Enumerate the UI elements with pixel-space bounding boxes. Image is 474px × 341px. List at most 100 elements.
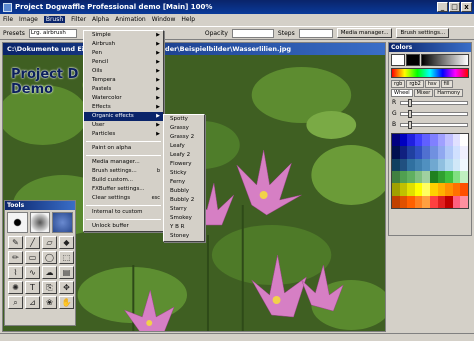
palette-swatch[interactable] [460, 195, 468, 208]
menu-item-airbrush[interactable]: Airbrush ▶ [84, 40, 163, 49]
secondary-color-swatch[interactable] [406, 54, 420, 66]
submenu-item-leafy[interactable]: Leafy [164, 142, 204, 151]
hue-gradient-bar[interactable] [391, 68, 469, 78]
palette-swatch[interactable] [392, 170, 400, 184]
slider-track[interactable] [400, 109, 468, 118]
palette-swatch[interactable] [429, 134, 438, 147]
brush-settings-button[interactable]: Brush settings... [396, 28, 450, 38]
menu-item-effects[interactable]: Effects ▶ [84, 103, 163, 112]
palette-swatch[interactable] [452, 158, 461, 171]
slider-thumb[interactable] [407, 109, 412, 118]
palette-swatch[interactable] [445, 183, 453, 196]
submenu-item-starry[interactable]: Starry [164, 205, 204, 214]
submenu-item-grassy-2[interactable]: Grassy 2 [164, 133, 204, 142]
slider-thumb[interactable] [407, 98, 412, 107]
palette-swatch[interactable] [392, 158, 400, 171]
line-tool-icon[interactable]: ╱ [25, 236, 40, 249]
clone-tool-icon[interactable]: ⎘ [42, 281, 57, 294]
palette-swatch[interactable] [422, 195, 430, 208]
palette-swatch[interactable] [407, 170, 415, 184]
slider-track[interactable] [400, 120, 468, 129]
menu-item-paint-on-alpha[interactable]: Paint on alpha [84, 144, 163, 153]
palette-swatch[interactable] [445, 134, 453, 147]
dropper-tool-icon[interactable]: ⊿ [25, 296, 40, 309]
brush-preview-2[interactable] [29, 212, 51, 233]
palette-swatch[interactable] [445, 158, 453, 171]
submenu-item-smokey[interactable]: Smokey [164, 214, 204, 223]
palette-swatch[interactable] [437, 134, 446, 147]
menu-item-pencil[interactable]: Pencil ▶ [84, 58, 163, 67]
submenu-item-ferny[interactable]: Ferny [164, 178, 204, 187]
curve-tool-icon[interactable]: ∿ [25, 266, 40, 279]
ellipse-tool-icon[interactable]: ◯ [42, 251, 57, 264]
tab-fill[interactable]: fill [440, 80, 453, 88]
media-manager-button[interactable]: Media manager... [336, 28, 393, 38]
palette-swatch[interactable] [437, 158, 446, 171]
palette-swatch[interactable] [422, 134, 430, 147]
palette-swatch[interactable] [407, 183, 415, 196]
palette-swatch[interactable] [422, 170, 430, 184]
palette-swatch[interactable] [452, 170, 461, 184]
primary-color-swatch[interactable] [391, 54, 405, 66]
menu-item-pen[interactable]: Pen ▶ [84, 49, 163, 58]
slider-b[interactable]: B [389, 119, 471, 130]
submenu-item-spotty[interactable]: Spotty [164, 115, 204, 124]
menu-item-pastels[interactable]: Pastels ▶ [84, 85, 163, 94]
palette-swatch[interactable] [392, 146, 400, 159]
palette-swatch[interactable] [452, 146, 461, 159]
brush-tool-icon[interactable]: ✎ [8, 236, 23, 249]
menu-item-particles[interactable]: Particles ▶ [84, 130, 163, 139]
palette-swatch[interactable] [429, 195, 438, 208]
palette-swatch[interactable] [429, 183, 438, 196]
menu-item-unlock-buffer[interactable]: Unlock buffer [84, 222, 163, 231]
rect-tool-icon[interactable]: ▭ [25, 251, 40, 264]
palette-swatch[interactable] [392, 134, 400, 147]
maximize-button[interactable]: □ [449, 2, 460, 12]
zoom-tool-icon[interactable]: ⌕ [8, 296, 23, 309]
palette-swatch[interactable] [407, 195, 415, 208]
palette-swatch[interactable] [452, 195, 461, 208]
palette-swatch[interactable] [407, 146, 415, 159]
minimize-button[interactable]: _ [437, 2, 448, 12]
menu-item-organic-effects[interactable]: Organic effects ▶ [84, 112, 163, 121]
slider-track[interactable] [400, 98, 468, 107]
brush-preview-1[interactable] [7, 212, 28, 233]
palette-swatch[interactable] [437, 146, 446, 159]
menu-window[interactable]: Window [152, 16, 176, 23]
fill-tool-icon[interactable]: ◆ [59, 236, 74, 249]
palette-swatch[interactable] [460, 170, 468, 184]
menu-item-fxbuffer-settings[interactable]: FXBuffer settings... [84, 185, 163, 194]
palette-swatch[interactable] [437, 195, 446, 208]
move-tool-icon[interactable]: ✥ [59, 281, 74, 294]
palette-swatch[interactable] [452, 134, 461, 147]
menu-item-media-manager[interactable]: Media manager... [84, 158, 163, 167]
tab-rgb2[interactable]: rgb2 [406, 80, 424, 88]
tab-rgb[interactable]: rgb [391, 80, 406, 88]
menu-animation[interactable]: Animation [115, 16, 146, 23]
palette-swatch[interactable] [422, 146, 430, 159]
select-tool-icon[interactable]: ⬚ [59, 251, 74, 264]
menu-item-build-custom[interactable]: Build custom... [84, 176, 163, 185]
steps-slider[interactable] [298, 28, 333, 38]
palette-swatch[interactable] [452, 183, 461, 196]
palette-swatch[interactable] [437, 183, 446, 196]
menu-help[interactable]: Help [181, 16, 195, 23]
palette-swatch[interactable] [407, 134, 415, 147]
palette-swatch[interactable] [437, 170, 446, 184]
palette-swatch[interactable] [460, 158, 468, 171]
palette-swatch[interactable] [460, 183, 468, 196]
menu-file[interactable]: File [3, 16, 13, 23]
menu-item-tempera[interactable]: Tempera ▶ [84, 76, 163, 85]
pencil-tool-icon[interactable]: ✏ [8, 251, 23, 264]
palette-swatch[interactable] [414, 170, 423, 184]
slider-thumb[interactable] [407, 120, 412, 129]
palette-swatch[interactable] [399, 183, 408, 196]
palette-swatch[interactable] [429, 146, 438, 159]
palette-swatch[interactable] [445, 146, 453, 159]
menu-item-clear-settings[interactable]: Clear settings esc [84, 194, 163, 203]
spray-tool-icon[interactable]: ✺ [8, 281, 23, 294]
submenu-item-bubbly[interactable]: Bubbly [164, 187, 204, 196]
menu-image[interactable]: Image [19, 16, 38, 23]
menu-brush[interactable]: Brush [43, 16, 66, 23]
palette-swatch[interactable] [460, 134, 468, 147]
